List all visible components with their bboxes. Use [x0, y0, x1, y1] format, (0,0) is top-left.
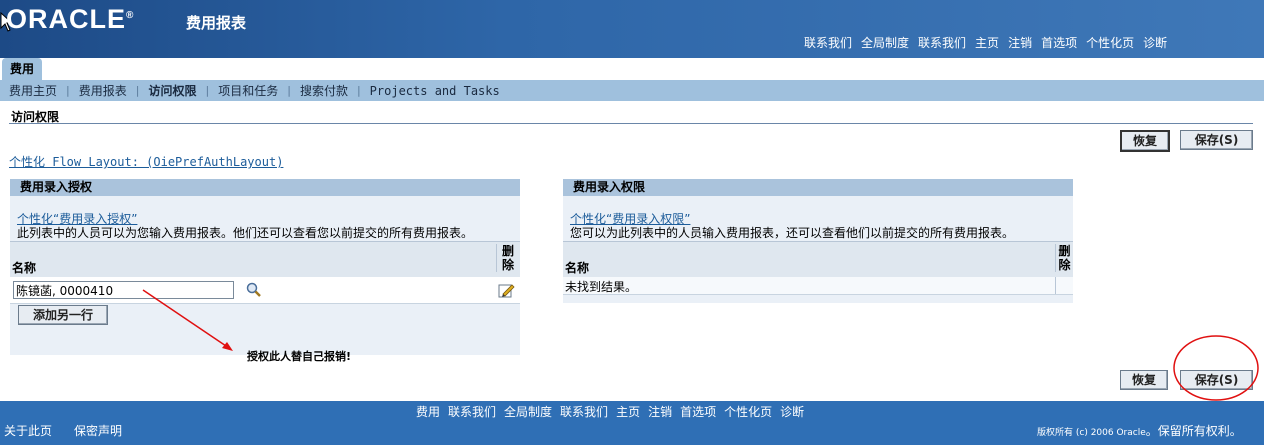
red-highlight-circle [1173, 335, 1259, 401]
footer-link-home[interactable]: 主页 [616, 403, 640, 420]
footer-link-expenses[interactable]: 费用 [416, 403, 440, 420]
footer-link-preferences[interactable]: 首选项 [680, 403, 716, 420]
page-footer: 费用 联系我们 全局制度 联系我们 主页 注销 首选项 个性化页 诊断 关于此页… [0, 401, 1264, 445]
footer-link-policy[interactable]: 全局制度 [504, 403, 552, 420]
annotation-text: 授权此人替自己报销! [247, 350, 352, 363]
copyright-text: 版权所有 (c) 2006 Oracle。保留所有权利。 [1037, 424, 1242, 438]
footer-link-personalize[interactable]: 个性化页 [724, 403, 772, 420]
about-page-link[interactable]: 关于此页 [4, 422, 52, 439]
footer-link-logout[interactable]: 注销 [648, 403, 672, 420]
red-annotation-arrow [142, 289, 233, 351]
footer-link-contact-2[interactable]: 联系我们 [560, 403, 608, 420]
revert-button-bottom[interactable]: 恢复 [1120, 370, 1168, 390]
footer-links: 费用 联系我们 全局制度 联系我们 主页 注销 首选项 个性化页 诊断 [416, 403, 804, 420]
footer-left-links: 关于此页 保密声明 [4, 422, 122, 439]
footer-link-diagnostics[interactable]: 诊断 [780, 403, 804, 420]
footer-link-contact[interactable]: 联系我们 [448, 403, 496, 420]
privacy-link[interactable]: 保密声明 [74, 422, 122, 439]
